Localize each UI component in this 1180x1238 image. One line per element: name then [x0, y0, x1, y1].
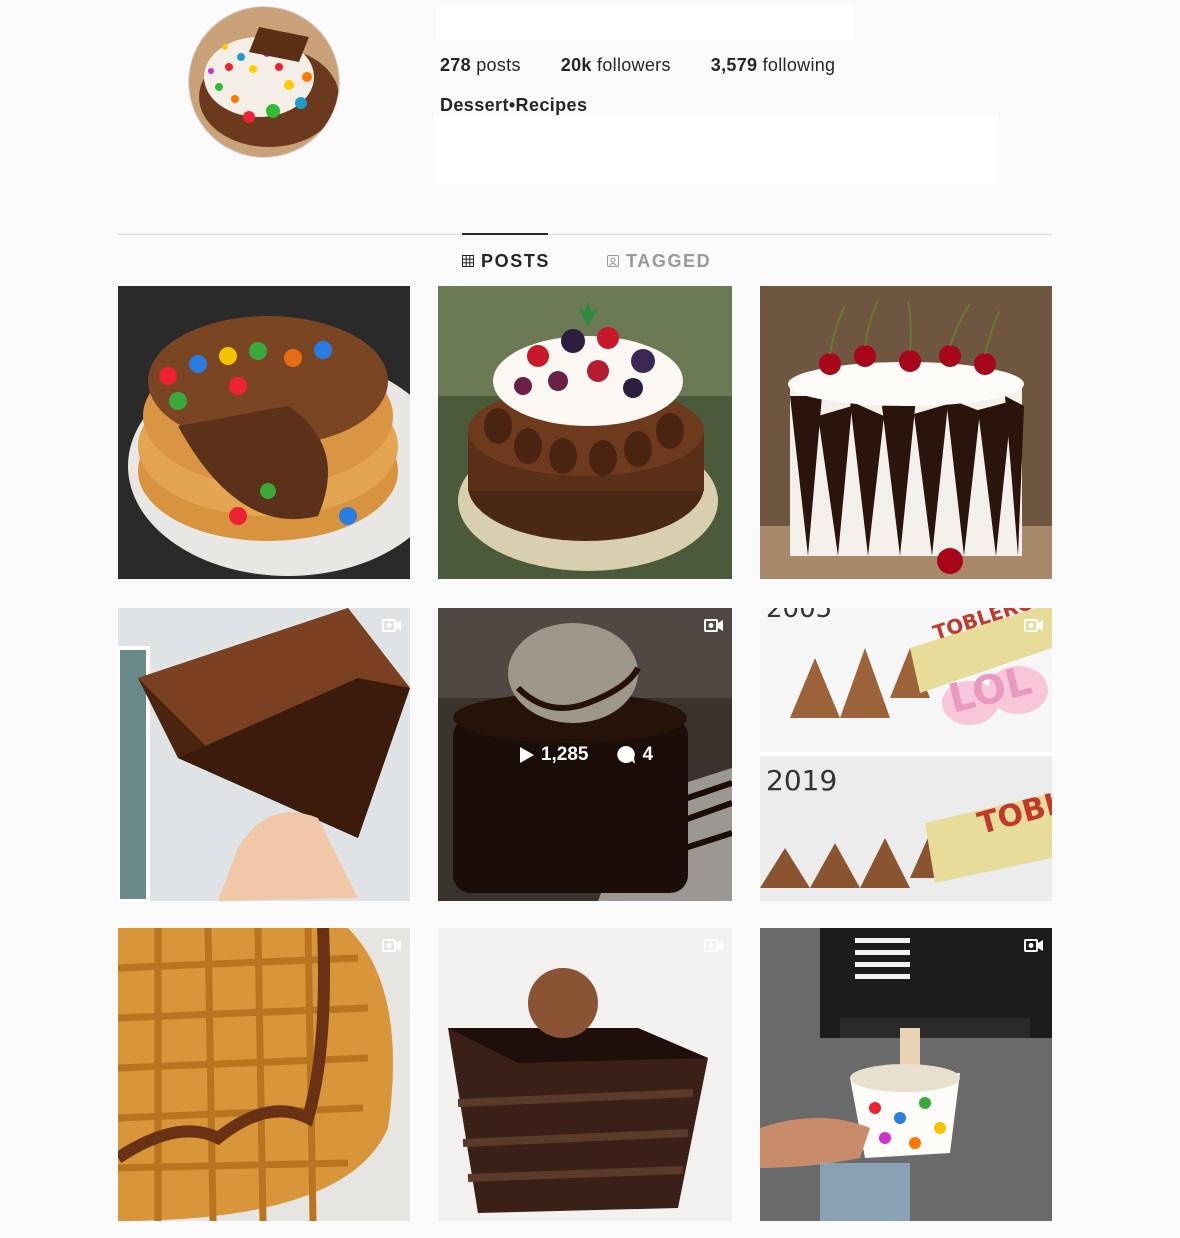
hover-stats-overlay: 1,285 4: [438, 608, 732, 901]
post-tile-5[interactable]: 1,285 4: [438, 608, 732, 901]
comment-icon: [617, 745, 636, 764]
video-icon: [704, 939, 723, 952]
video-icon: [382, 619, 401, 632]
profile-avatar[interactable]: [188, 6, 340, 158]
post-image-black-forest-cake: [760, 286, 1052, 579]
video-icon: [1024, 939, 1043, 952]
post-tile-1[interactable]: [118, 286, 410, 579]
active-tab-indicator: [462, 233, 548, 235]
profile-full-name: Dessert•Recipes: [440, 95, 588, 115]
tab-tagged[interactable]: TAGGED: [607, 250, 711, 272]
post-image-chocolate-bar: [118, 608, 410, 901]
video-icon: [1024, 619, 1043, 632]
post-image-chocolate-layer-cake: [438, 928, 732, 1221]
video-icon: [382, 939, 401, 952]
post-tile-3[interactable]: [760, 286, 1052, 579]
post-image-pancakes: [118, 286, 410, 579]
username-redaction: [436, 5, 853, 40]
comments-stat: 4: [616, 744, 653, 766]
posts-count[interactable]: 278 posts: [440, 55, 521, 77]
tab-tagged-label: TAGGED: [626, 250, 712, 271]
followers-count[interactable]: 20k followers: [561, 55, 671, 77]
year-bottom-label: 2019: [766, 764, 838, 797]
post-tile-2[interactable]: [438, 286, 732, 579]
post-tile-8[interactable]: [438, 928, 732, 1221]
post-image-berry-cake: [438, 286, 732, 579]
post-tile-6[interactable]: 2005 TOBLERONE LOL 2019 TOBL: [760, 608, 1052, 901]
profile-stats: 278 posts 20k followers 3,579 following: [440, 55, 875, 77]
tab-posts[interactable]: POSTS: [462, 250, 550, 272]
post-tile-9[interactable]: [760, 928, 1052, 1221]
tab-posts-label: POSTS: [481, 250, 551, 271]
year-top-label: 2005: [766, 608, 833, 624]
post-image-waffles: [118, 928, 410, 1221]
tagged-icon: [607, 255, 619, 267]
tabs-divider: [118, 234, 1052, 235]
post-tile-4[interactable]: [118, 608, 410, 901]
views-count: 1,285: [540, 743, 589, 765]
post-image-ice-cream-dispenser: [760, 928, 1052, 1221]
play-icon: [519, 746, 534, 763]
post-image-toblerone: [760, 608, 1052, 901]
following-count[interactable]: 3,579 following: [711, 55, 836, 77]
bio-redaction: [433, 116, 999, 184]
views-stat: 1,285: [517, 743, 589, 766]
grid-icon: [462, 255, 474, 267]
comments-count: 4: [642, 743, 654, 765]
post-tile-7[interactable]: [118, 928, 410, 1221]
